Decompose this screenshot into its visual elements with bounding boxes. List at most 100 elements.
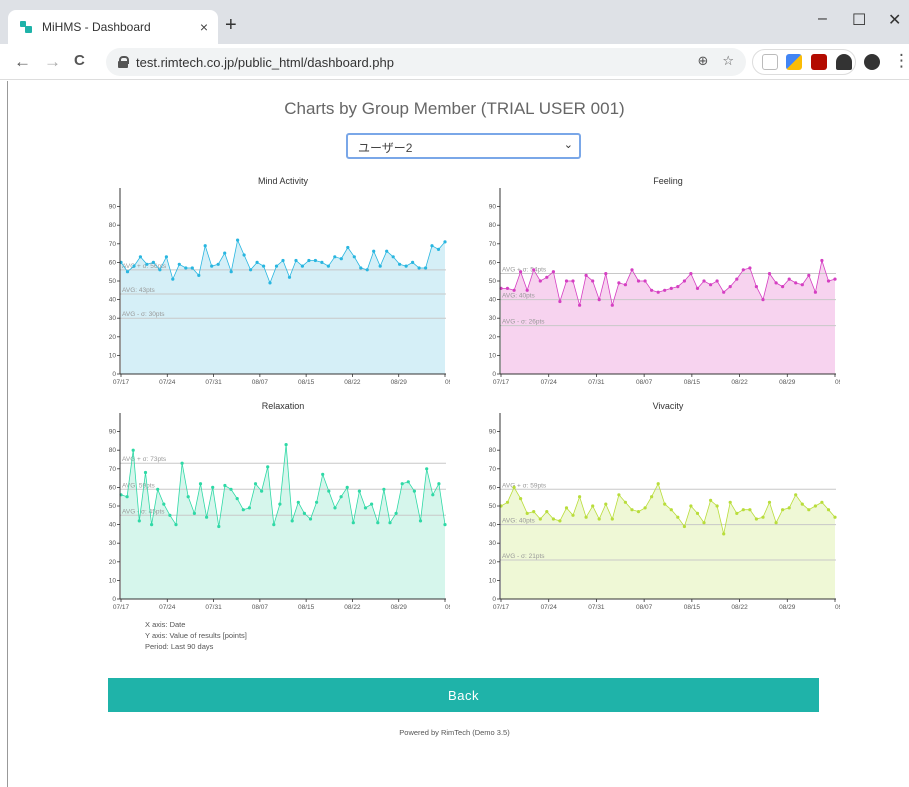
- browser-toolbar: ← → C test.rimtech.co.jp/public_html/das…: [0, 44, 909, 80]
- area-fill: [501, 483, 835, 599]
- puzzle-extension-icon[interactable]: [836, 54, 852, 70]
- data-point: [151, 260, 155, 264]
- browser-menu-icon[interactable]: ⋮: [893, 51, 909, 71]
- data-point: [229, 270, 233, 274]
- data-point: [284, 443, 288, 447]
- data-point: [748, 508, 752, 512]
- bookmark-star-icon[interactable]: ☆: [722, 53, 734, 69]
- chart-title: Relaxation: [262, 401, 305, 411]
- maximize-icon[interactable]: ☐: [852, 10, 866, 30]
- data-point: [781, 285, 785, 289]
- pdf-extension-icon[interactable]: [811, 54, 827, 70]
- y-tick-label: 70: [109, 466, 117, 473]
- data-point: [597, 298, 601, 302]
- data-point: [525, 511, 529, 515]
- cursor-extension-icon[interactable]: [762, 54, 778, 70]
- data-point: [617, 281, 621, 285]
- forward-arrow-icon[interactable]: →: [44, 52, 61, 72]
- data-point: [210, 264, 214, 268]
- y-tick-label: 80: [109, 447, 117, 454]
- data-point: [443, 523, 447, 527]
- y-tick-label: 90: [489, 429, 497, 436]
- back-button[interactable]: Back: [108, 678, 819, 712]
- data-point: [184, 266, 188, 270]
- x-tick-label: 08/15: [684, 379, 701, 386]
- data-point: [359, 266, 363, 270]
- feeling-chart: Feeling AVG + σ: 54pts AVG: 40pts AVG - σ: …: [489, 176, 840, 386]
- data-point: [162, 502, 166, 506]
- data-point: [205, 515, 209, 519]
- window-close-icon[interactable]: ✕: [888, 10, 901, 30]
- data-point: [150, 523, 154, 527]
- data-point: [813, 504, 817, 508]
- data-point: [702, 521, 706, 525]
- data-point: [168, 513, 172, 517]
- y-tick-label: 30: [489, 315, 497, 322]
- x-tick-label: 09/(: [835, 604, 840, 611]
- data-point: [235, 497, 239, 501]
- data-point: [156, 487, 160, 491]
- x-tick-label: 07/17: [493, 379, 510, 386]
- data-point: [351, 521, 355, 525]
- member-select[interactable]: ユーザー2 ⌄: [346, 133, 581, 159]
- data-point: [643, 506, 647, 510]
- y-tick-label: 80: [109, 222, 117, 229]
- data-point: [623, 283, 627, 287]
- data-point: [578, 495, 582, 499]
- data-point: [650, 495, 654, 499]
- x-tick-label: 07/17: [493, 604, 510, 611]
- address-bar[interactable]: test.rimtech.co.jp/public_html/dashboard…: [106, 48, 746, 76]
- data-point: [578, 303, 582, 307]
- colorful-extension-icon[interactable]: [786, 54, 802, 70]
- back-arrow-icon[interactable]: ←: [14, 52, 31, 72]
- zoom-icon[interactable]: ⊕: [697, 53, 708, 69]
- data-point: [171, 277, 175, 281]
- avg-label: AVG - σ: 45pts: [122, 508, 165, 515]
- chart-title: Feeling: [653, 176, 683, 186]
- data-point: [352, 255, 356, 259]
- data-point: [443, 240, 447, 244]
- y-tick-label: 60: [109, 259, 117, 266]
- data-point: [192, 511, 196, 515]
- y-tick-label: 40: [489, 522, 497, 529]
- data-point: [826, 279, 831, 283]
- reload-icon[interactable]: C: [74, 52, 85, 69]
- data-point: [761, 298, 765, 302]
- data-point: [430, 244, 434, 248]
- y-tick-label: 50: [109, 503, 117, 510]
- data-point: [669, 286, 673, 290]
- minimize-icon[interactable]: –: [818, 10, 827, 28]
- data-point: [558, 519, 562, 523]
- tab-close-icon[interactable]: ×: [200, 19, 208, 35]
- data-point: [268, 281, 272, 285]
- new-tab-icon[interactable]: +: [225, 14, 237, 37]
- data-point: [411, 260, 415, 264]
- data-point: [370, 502, 374, 506]
- y-tick-label: 0: [112, 371, 116, 378]
- data-point: [774, 281, 778, 285]
- data-point: [143, 470, 148, 475]
- browser-tab[interactable]: MiHMS - Dashboard ×: [8, 10, 218, 44]
- data-point: [564, 279, 569, 283]
- avg-label: AVG: 40pts: [502, 518, 536, 525]
- data-point: [564, 506, 569, 510]
- x-tick-label: 08/15: [684, 604, 701, 611]
- data-point: [787, 277, 791, 281]
- y-tick-label: 60: [109, 484, 117, 491]
- y-axis-info: Y axis: Value of results [points]: [145, 631, 247, 640]
- data-point: [302, 511, 306, 515]
- data-point: [431, 493, 435, 497]
- x-tick-label: 09/(: [445, 604, 450, 611]
- data-point: [321, 472, 325, 476]
- data-point: [236, 238, 240, 242]
- data-point: [138, 255, 142, 259]
- profile-avatar-icon[interactable]: [864, 54, 880, 70]
- x-tick-label: 07/24: [159, 379, 176, 386]
- x-tick-label: 08/22: [344, 604, 361, 611]
- data-point: [274, 264, 279, 268]
- vivacity-chart: Vivacity AVG + σ: 59pts AVG: 40pts AVG - σ:…: [489, 401, 840, 611]
- avg-label: AVG: 59pts: [122, 482, 156, 489]
- x-tick-label: 08/07: [252, 379, 269, 386]
- x-tick-label: 08/22: [344, 379, 361, 386]
- x-tick-label: 08/07: [636, 604, 653, 611]
